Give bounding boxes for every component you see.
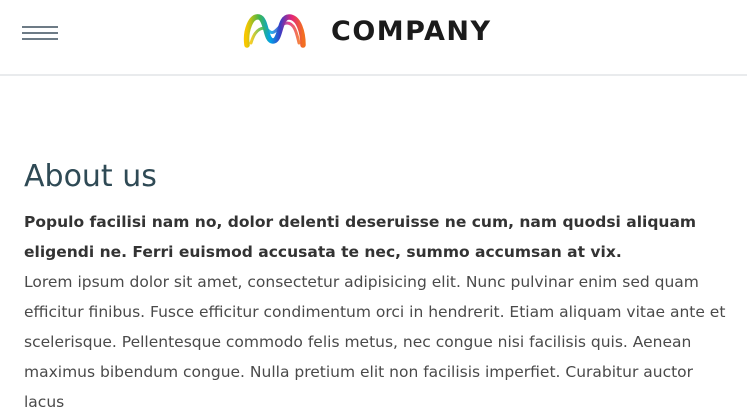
about-section: About us Populo facilisi nam no, dolor d… (24, 158, 730, 417)
lead-paragraph: Populo facilisi nam no, dolor delenti de… (24, 213, 697, 261)
body-paragraph: Lorem ipsum dolor sit amet, consectetur … (24, 273, 726, 411)
brand-name: COMPANY (331, 15, 492, 47)
page-title: About us (24, 159, 157, 194)
menu-bar (22, 32, 58, 34)
company-logo-icon (243, 14, 306, 48)
brand-link[interactable]: COMPANY (241, 8, 492, 54)
hamburger-menu-icon[interactable] (22, 24, 60, 46)
site-header: COMPANY (0, 0, 747, 76)
menu-bar (22, 26, 58, 28)
menu-bar (22, 38, 58, 40)
